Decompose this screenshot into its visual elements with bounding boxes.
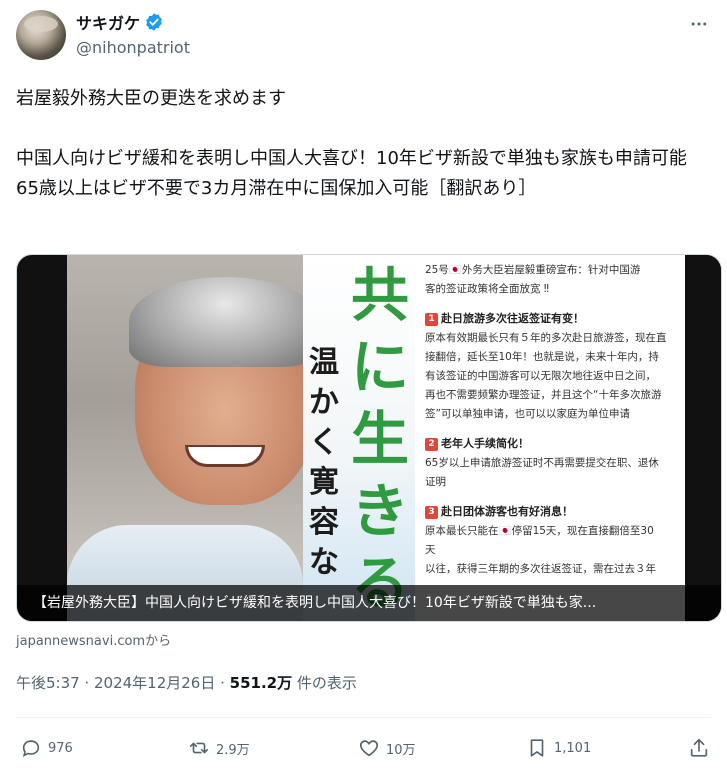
bookmark-button[interactable]: 1,101: [526, 730, 591, 766]
note-line: 证明: [425, 476, 446, 488]
note-line: 以往，获得三年期的多次往返签证，需在过去３年: [425, 563, 656, 575]
note-line: 客的签证政策将全面放宽 ‼: [425, 283, 549, 295]
poster-small-text: 温かく寛容な: [309, 345, 339, 580]
action-bar: 976 2.9万 10万 1,101: [16, 730, 711, 766]
poster-big-text: 共に生きる: [350, 261, 409, 617]
note-line: 再也不需要频繁办理签证，并且这个“十年多次旅游: [425, 389, 662, 401]
avatar[interactable]: [16, 10, 66, 60]
note-heading: 2 老年人手续简化！: [425, 434, 675, 454]
view-count-suffix: 件の表示: [292, 674, 357, 692]
note-heading: 3 赴日团体游客也有好消息！: [425, 502, 675, 522]
name-row: サキガケ: [76, 10, 164, 34]
share-button[interactable]: [688, 730, 710, 766]
tweet-header: サキガケ @nihonpatriot: [16, 8, 711, 68]
link-card-media[interactable]: 温かく寛容な 共に生きる 25号🇯🇵外务大臣岩屋毅重磅宣布：针对中国游 客的签证…: [16, 254, 722, 622]
timestamp[interactable]: 午後5:37 · 2024年12月26日 ·: [16, 674, 230, 692]
source-link[interactable]: japannewsnavi.comから: [16, 630, 171, 649]
share-icon: [690, 738, 708, 757]
reply-count: 976: [48, 740, 73, 756]
note-line: 天: [425, 544, 436, 556]
tweet-text: 岩屋毅外務大臣の更迭を求めます 中国人向けビザ緩和を表明し中国人大喜び！10年ビ…: [16, 88, 687, 199]
like-button[interactable]: 10万: [358, 730, 416, 766]
note-line: 65岁以上申请旅游签证时不再需要提交在职、退休: [425, 457, 659, 469]
heart-icon: [359, 740, 379, 757]
repost-count: 2.9万: [216, 742, 250, 758]
bookmark-count: 1,101: [554, 740, 592, 756]
view-count: 551.2万: [229, 674, 293, 692]
note-line: 有该签证的中国游客可以无限次地往返中日之间，: [425, 370, 656, 382]
verified-badge-icon: [146, 13, 162, 31]
handle[interactable]: @nihonpatriot: [76, 38, 190, 57]
minister-photo: [67, 255, 321, 621]
repost-icon: [189, 742, 209, 754]
note-line: 接翻倍，延长至10年！也就是说，未来十年内，持: [425, 351, 659, 363]
chinese-notes: 25号🇯🇵外务大臣岩屋毅重磅宣布：针对中国游 客的签证政策将全面放宽 ‼ 1 赴日…: [415, 255, 685, 621]
note-heading: 1 赴日旅游多次往返签证有变！: [425, 309, 675, 329]
divider: [16, 717, 711, 718]
note-line: 原本有效期最长只有５年的多次赴日旅游签，现在直: [425, 332, 667, 344]
like-count: 10万: [386, 742, 416, 758]
note-line: 25号🇯🇵外务大臣岩屋毅重磅宣布：针对中国游: [425, 264, 641, 276]
more-options-icon[interactable]: [687, 12, 711, 36]
reply-icon: [22, 740, 40, 757]
repost-button[interactable]: 2.9万: [188, 730, 250, 766]
poster-text: 温かく寛容な 共に生きる: [303, 255, 415, 621]
bookmark-icon: [530, 739, 544, 757]
reply-button[interactable]: 976: [20, 730, 73, 766]
note-line: 原本最长只能在🇯🇵停留15天，现在直接翻倍至30: [425, 525, 654, 537]
card-caption[interactable]: 【岩屋外務大臣】中国人向けビザ緩和を表明し中国人大喜び！10年ビザ新設で単独も家…: [17, 585, 721, 621]
note-line: 签”可以单独申请，也可以以家庭为单位申请: [425, 408, 630, 420]
tweet-meta: 午後5:37 · 2024年12月26日 · 551.2万 件の表示: [16, 672, 357, 693]
display-name[interactable]: サキガケ: [76, 10, 140, 34]
